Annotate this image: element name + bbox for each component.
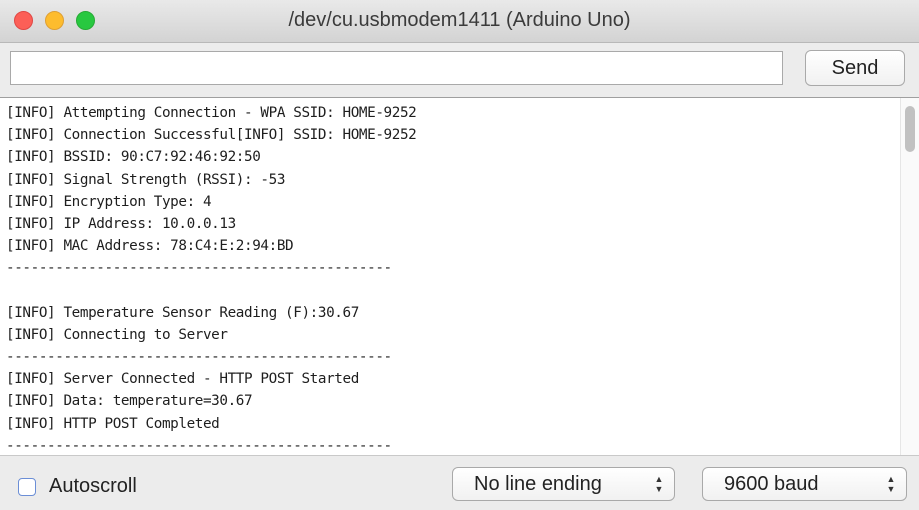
baud-rate-select[interactable]: 9600 baud ▲ ▼ [702, 467, 907, 501]
vertical-scrollbar[interactable] [900, 98, 919, 455]
log-line: [INFO] Connecting to Server [6, 326, 228, 343]
send-button[interactable]: Send [805, 50, 905, 86]
status-bar: Autoscroll No line ending ▲ ▼ 9600 baud ▲… [0, 455, 919, 510]
serial-send-input[interactable] [10, 51, 783, 85]
log-line: [INFO] HTTP POST Completed [6, 415, 220, 432]
autoscroll-label[interactable]: Autoscroll [49, 475, 137, 498]
select-arrows-icon: ▲ ▼ [654, 474, 664, 494]
log-line: [INFO] Server Connected - HTTP POST Star… [6, 371, 359, 388]
scrollbar-thumb[interactable] [905, 106, 915, 152]
select-arrows-icon: ▲ ▼ [886, 474, 896, 494]
log-line: [INFO] Connection Successful[INFO] SSID:… [6, 127, 417, 144]
baud-rate-value: 9600 baud [724, 473, 819, 495]
serial-output-panel[interactable]: [INFO] Attempting Connection - WPA SSID:… [0, 98, 919, 455]
title-bar[interactable]: /dev/cu.usbmodem1411 (Arduino Uno) [0, 0, 919, 43]
line-ending-select[interactable]: No line ending ▲ ▼ [452, 467, 675, 501]
log-line: [INFO] Encryption Type: 4 [6, 193, 212, 210]
log-line: ----------------------------------------… [6, 260, 392, 277]
log-line: [INFO] Data: temperature=30.67 [6, 393, 253, 410]
window-title: /dev/cu.usbmodem1411 (Arduino Uno) [288, 9, 631, 31]
line-ending-value: No line ending [474, 473, 602, 495]
log-line: [INFO] Signal Strength (RSSI): -53 [6, 171, 286, 188]
serial-log: [INFO] Attempting Connection - WPA SSID:… [6, 102, 891, 455]
log-line: ----------------------------------------… [6, 437, 392, 454]
log-line: [INFO] Temperature Sensor Reading (F):30… [6, 304, 359, 321]
log-line: [INFO] IP Address: 10.0.0.13 [6, 215, 236, 232]
log-line: [INFO] Attempting Connection - WPA SSID:… [6, 105, 417, 121]
serial-monitor-window: /dev/cu.usbmodem1411 (Arduino Uno) Send … [0, 0, 919, 510]
log-line: [INFO] BSSID: 90:C7:92:46:92:50 [6, 149, 261, 166]
send-toolbar: Send [0, 43, 919, 98]
log-line: ----------------------------------------… [6, 349, 392, 366]
autoscroll-checkbox[interactable] [18, 478, 36, 496]
log-line: [INFO] MAC Address: 78:C4:E:2:94:BD [6, 238, 294, 255]
